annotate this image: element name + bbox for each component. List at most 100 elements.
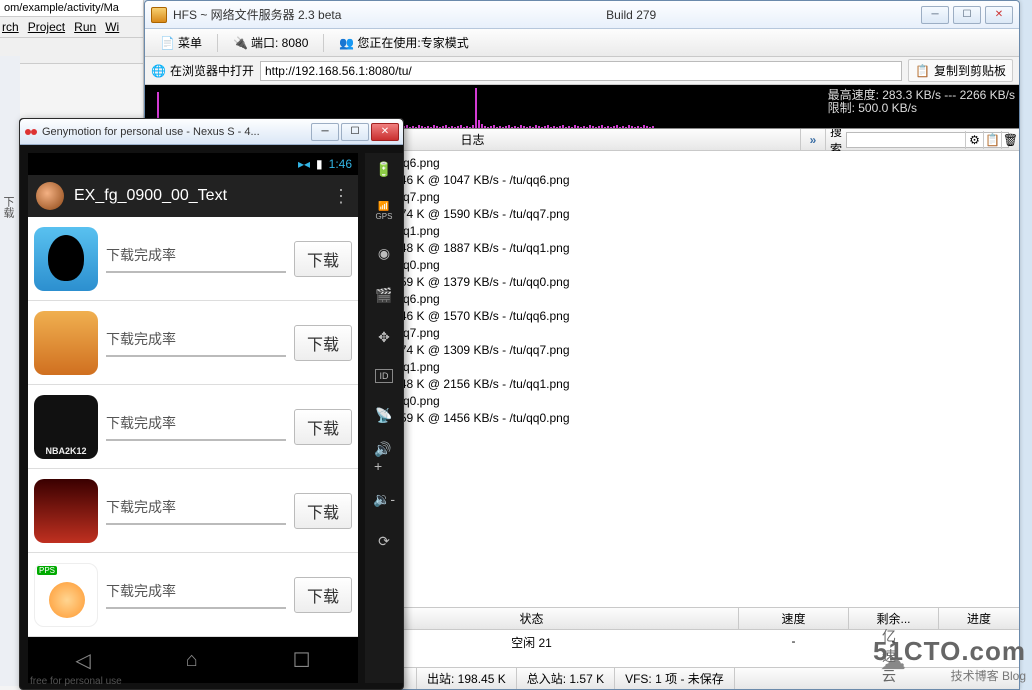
chevron-right-icon[interactable]: » <box>801 133 825 147</box>
item-info: 下载完成率 <box>106 581 286 609</box>
col-progress[interactable]: 进度 <box>939 608 1019 629</box>
status-in: 总入站: 1.57 K <box>517 668 615 689</box>
app-icon <box>36 182 64 210</box>
item-label: 下载完成率 <box>106 245 286 265</box>
list-item: 下载完成率下载 <box>28 469 358 553</box>
copy-icon[interactable]: 📋 <box>983 131 1001 149</box>
copy-clipboard-button[interactable]: 📋 复制到剪贴板 <box>908 59 1013 82</box>
item-label: 下载完成率 <box>106 413 286 433</box>
cell-remain: - <box>849 630 939 667</box>
list-item: NBA2K12 下载完成率下载 <box>28 385 358 469</box>
app-bar: EX_fg_0900_00_Text ⋮ <box>28 175 358 217</box>
port-label: 端口: 8080 <box>251 34 308 51</box>
geny-window-buttons: ─ ☐ ✕ <box>311 123 399 141</box>
open-browser-label: 在浏览器中打开 <box>170 62 254 79</box>
thumbnail <box>34 311 98 375</box>
camera-icon[interactable]: ◉ <box>374 243 394 263</box>
back-button[interactable]: ◁ <box>75 648 90 673</box>
hfs-title: HFS ~ 网络文件服务器 2.3 beta <box>173 6 341 23</box>
download-list[interactable]: 下载完成率下载下载完成率下载NBA2K12下载完成率下载下载完成率下载下载完成率… <box>28 217 358 637</box>
download-button[interactable]: 下载 <box>294 577 352 613</box>
close-button[interactable]: ✕ <box>985 6 1013 24</box>
android-statusbar[interactable]: ▸◂ ▮ 1:46 <box>28 153 358 175</box>
maximize-button[interactable]: ☐ <box>953 6 981 24</box>
open-browser-button[interactable]: 🌐 在浏览器中打开 <box>151 62 254 79</box>
minimize-button[interactable]: ─ <box>921 6 949 24</box>
close-button[interactable]: ✕ <box>371 123 399 141</box>
gps-icon[interactable]: 📶GPS <box>374 201 394 221</box>
progress-bar <box>106 523 286 525</box>
volume-up-icon[interactable]: 🔊+ <box>374 447 394 467</box>
phone-screen: ▸◂ ▮ 1:46 EX_fg_0900_00_Text ⋮ 下载完成率下载下载… <box>28 153 358 683</box>
ide-sidebar: 下载 <box>0 56 20 686</box>
thumbnail: NBA2K12 <box>34 395 98 459</box>
thumbnail <box>34 227 98 291</box>
ide-toolbar <box>0 38 143 64</box>
wifi-icon: ▸◂ <box>298 157 310 171</box>
ide-menu-item[interactable]: Run <box>74 20 96 34</box>
rotate-icon[interactable]: ⟳ <box>374 531 394 551</box>
clear-icon[interactable]: 🗑 <box>1001 131 1019 149</box>
menu-button[interactable]: 📄 菜单 <box>151 31 211 54</box>
download-button[interactable]: 下载 <box>294 241 352 277</box>
item-info: 下载完成率 <box>106 497 286 525</box>
col-speed[interactable]: 速度 <box>739 608 849 629</box>
port-icon: 🔌 <box>233 36 247 50</box>
download-button[interactable]: 下载 <box>294 409 352 445</box>
capture-icon[interactable]: 🎬 <box>374 285 394 305</box>
globe-icon: 🌐 <box>151 64 166 78</box>
hfs-urlbar: 🌐 在浏览器中打开 📋 复制到剪贴板 <box>145 57 1019 85</box>
geny-titlebar[interactable]: Genymotion for personal use - Nexus S - … <box>20 119 403 145</box>
thumbnail <box>34 479 98 543</box>
item-label: 下载完成率 <box>106 497 286 517</box>
ide-menu-item[interactable]: rch <box>2 20 19 34</box>
ide-menu: rch Project Run Wi <box>0 17 143 38</box>
menu-icon: 📄 <box>160 36 174 50</box>
battery-icon[interactable]: 🔋 <box>374 159 394 179</box>
geny-sidebar: 🔋 📶GPS ◉ 🎬 ✥ ID 📡 🔊+ 🔉- ⟳ <box>365 153 403 683</box>
overflow-menu-icon[interactable]: ⋮ <box>332 186 350 207</box>
hfs-app-icon <box>151 7 167 23</box>
genymotion-window: Genymotion for personal use - Nexus S - … <box>19 118 404 690</box>
geny-footer: free for personal use <box>30 676 122 687</box>
minimize-button[interactable]: ─ <box>311 123 339 141</box>
url-input[interactable] <box>260 61 902 81</box>
recent-button[interactable]: ☐ <box>293 648 311 673</box>
item-info: 下载完成率 <box>106 329 286 357</box>
progress-bar <box>106 355 286 357</box>
volume-down-icon[interactable]: 🔉- <box>374 489 394 509</box>
hfs-toolbar: 📄 菜单 🔌 端口: 8080 👥 您正在使用:专家模式 <box>145 29 1019 57</box>
id-icon[interactable]: ID <box>375 369 393 383</box>
user-icon: 👥 <box>339 36 353 50</box>
app-title: EX_fg_0900_00_Text <box>74 187 322 205</box>
port-button[interactable]: 🔌 端口: 8080 <box>224 31 317 54</box>
clock: 1:46 <box>329 157 352 171</box>
item-label: 下载完成率 <box>106 329 286 349</box>
mode-button[interactable]: 👥 您正在使用:专家模式 <box>330 31 477 54</box>
col-remain[interactable]: 剩余... <box>849 608 939 629</box>
search-box: 搜索 <box>825 129 965 150</box>
limit-speed: 限制: 500.0 KB/s <box>828 102 1015 115</box>
menu-label: 菜单 <box>178 34 202 51</box>
hfs-titlebar[interactable]: HFS ~ 网络文件服务器 2.3 beta Build 279 ─ ☐ ✕ <box>145 1 1019 29</box>
thumbnail <box>34 563 98 627</box>
rss-icon[interactable]: 📡 <box>374 405 394 425</box>
cell-progress <box>939 630 1019 667</box>
download-button[interactable]: 下载 <box>294 325 352 361</box>
filter-icon[interactable]: ⚙ <box>965 131 983 149</box>
geny-title: Genymotion for personal use - Nexus S - … <box>42 126 311 138</box>
ide-side-label: 下载 <box>0 56 16 218</box>
list-item: 下载完成率下载 <box>28 217 358 301</box>
progress-bar <box>106 607 286 609</box>
mode-label: 您正在使用:专家模式 <box>357 34 468 51</box>
item-info: 下载完成率 <box>106 413 286 441</box>
clipboard-icon: 📋 <box>915 64 930 78</box>
list-item: 下载完成率下载 <box>28 553 358 637</box>
dpad-icon[interactable]: ✥ <box>374 327 394 347</box>
item-info: 下载完成率 <box>106 245 286 273</box>
download-button[interactable]: 下载 <box>294 493 352 529</box>
maximize-button[interactable]: ☐ <box>341 123 369 141</box>
ide-menu-item[interactable]: Project <box>28 20 65 34</box>
ide-menu-item[interactable]: Wi <box>105 20 119 34</box>
home-button[interactable]: ⌂ <box>186 649 198 672</box>
